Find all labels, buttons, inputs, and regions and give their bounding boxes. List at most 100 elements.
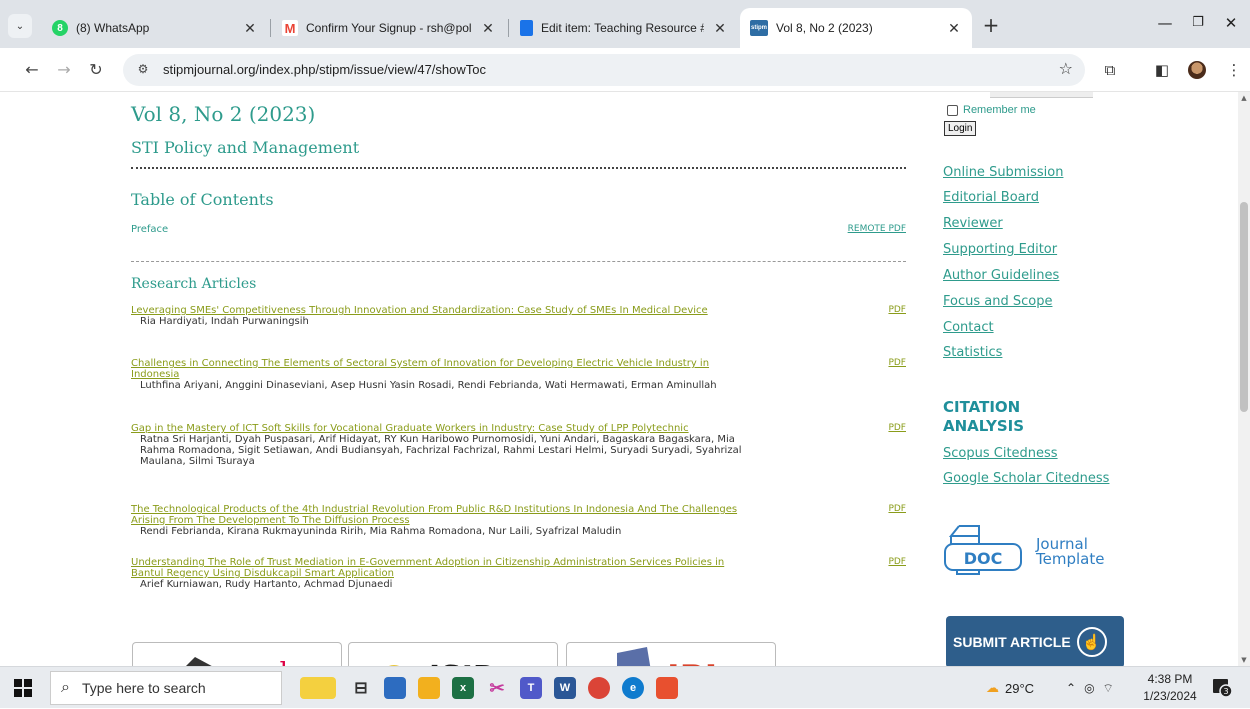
system-tray[interactable]: ⌃ ◎ ⌔: [1066, 667, 1114, 709]
extensions-icon[interactable]: ⧉: [1100, 60, 1120, 80]
scroll-up-icon[interactable]: ▲: [1240, 94, 1248, 102]
close-icon[interactable]: ✕: [242, 20, 258, 37]
scrollbar-thumb[interactable]: [1240, 202, 1248, 412]
tab-edit-item[interactable]: Edit item: Teaching Resource #6 ✕: [510, 8, 738, 48]
isjd-logo[interactable]: ISJD: [348, 642, 558, 666]
bookmark-star-icon[interactable]: ☆: [1059, 59, 1073, 78]
article-title-link[interactable]: Challenges in Connecting The Elements of…: [131, 358, 741, 380]
notification-icon[interactable]: 3: [1212, 677, 1233, 698]
remember-me-label: Remember me: [963, 104, 1036, 116]
sidebar-link-author-guidelines[interactable]: Author Guidelines: [943, 268, 1059, 283]
svg-text:IPI: IPI: [667, 658, 717, 666]
close-icon[interactable]: ✕: [480, 20, 496, 37]
article-authors: Arief Kurniawan, Rudy Hartanto, Achmad D…: [140, 579, 393, 590]
profile-avatar[interactable]: [1188, 61, 1206, 79]
article-pdf-link[interactable]: PDF: [888, 358, 906, 369]
network-icon[interactable]: ◎: [1084, 681, 1094, 695]
article-item: Gap in the Mastery of ICT Soft Skills fo…: [131, 423, 906, 467]
citation-analysis-heading: CITATION ANALYSIS: [943, 398, 1025, 435]
gmail-icon: M: [282, 20, 298, 36]
google-scholar-logo[interactable]: o gl: [132, 642, 342, 666]
tab-gmail[interactable]: M Confirm Your Signup - rsh@pol ✕: [272, 8, 506, 48]
side-panel-icon[interactable]: ◧: [1152, 60, 1172, 80]
article-pdf-link[interactable]: PDF: [888, 423, 906, 434]
page-scrollbar[interactable]: ▲ ▼: [1238, 92, 1250, 666]
sidebar-link-statistics[interactable]: Statistics: [943, 345, 1002, 360]
sidebar-link-reviewer[interactable]: Reviewer: [943, 216, 1003, 231]
article-pdf-link[interactable]: PDF: [888, 504, 906, 515]
word-icon[interactable]: W: [554, 677, 576, 699]
excel-icon[interactable]: x: [452, 677, 474, 699]
checkbox-icon[interactable]: [947, 104, 958, 116]
preface-remote-pdf-link[interactable]: REMOTE PDF: [848, 224, 906, 234]
close-icon[interactable]: ✕: [946, 20, 962, 37]
chrome-icon[interactable]: [588, 677, 610, 699]
tab-search-chevron-icon[interactable]: ⌄: [8, 14, 32, 38]
svg-text:o: o: [228, 658, 244, 666]
taskbar-search-placeholder: Type here to search: [81, 680, 206, 696]
doc-template-icon[interactable]: DOC: [943, 524, 1025, 580]
menu-dots-icon[interactable]: ⋮: [1224, 60, 1244, 80]
article-pdf-link[interactable]: PDF: [888, 557, 906, 568]
address-bar[interactable]: ⚙ stipmjournal.org/index.php/stipm/issue…: [123, 54, 1085, 86]
issue-title: Vol 8, No 2 (2023): [131, 102, 316, 126]
clock-time: 4:38 PM: [1147, 672, 1193, 686]
new-tab-button[interactable]: +: [979, 14, 1003, 38]
sidebar-link-contact[interactable]: Contact: [943, 320, 994, 335]
tab-whatsapp[interactable]: 8 (8) WhatsApp ✕: [42, 8, 268, 48]
close-icon[interactable]: ✕: [712, 20, 728, 37]
office-icon[interactable]: [656, 677, 678, 699]
article-pdf-link[interactable]: PDF: [888, 305, 906, 316]
section-heading: Research Articles: [131, 276, 257, 292]
stipm-icon: stipm: [750, 20, 768, 36]
toc-heading: Table of Contents: [131, 190, 274, 209]
article-title-link[interactable]: Understanding The Role of Trust Mediatio…: [131, 557, 741, 579]
submit-article-button[interactable]: SUBMIT ARTICLE ☝: [946, 616, 1124, 666]
google-scholar-citedness-link[interactable]: Google Scholar Citedness: [943, 471, 1109, 486]
forward-button[interactable]: →: [52, 58, 76, 82]
task-view-icon[interactable]: ⊟: [350, 677, 372, 699]
remember-me-checkbox[interactable]: Remember me: [947, 104, 1036, 116]
article-item: Challenges in Connecting The Elements of…: [131, 358, 906, 391]
edge-icon[interactable]: e: [622, 677, 644, 699]
sidebar-link-editorial-board[interactable]: Editorial Board: [943, 190, 1039, 205]
article-title-link[interactable]: Leveraging SMEs' Competitiveness Through…: [131, 305, 741, 316]
teams-icon[interactable]: T: [520, 677, 542, 699]
search-icon: ⌕: [61, 679, 70, 696]
page-content: Vol 8, No 2 (2023) STI Policy and Manage…: [0, 92, 1238, 666]
window-close-button[interactable]: ✕: [1216, 12, 1246, 36]
journal-template-link[interactable]: Journal Template: [1036, 537, 1126, 567]
wifi-icon[interactable]: ⌔: [1103, 681, 1114, 696]
scopus-citedness-link[interactable]: Scopus Citedness: [943, 446, 1058, 461]
scroll-down-icon[interactable]: ▼: [1240, 656, 1248, 664]
article-item: The Technological Products of the 4th In…: [131, 504, 906, 537]
sidebar-link-focus-scope[interactable]: Focus and Scope: [943, 294, 1052, 309]
restore-button[interactable]: ❐: [1183, 12, 1213, 36]
ipi-logo[interactable]: IPI: [566, 642, 776, 666]
article-title-link[interactable]: The Technological Products of the 4th In…: [131, 504, 741, 526]
password-field[interactable]: [990, 92, 1093, 98]
reload-button[interactable]: ↻: [84, 58, 108, 82]
windows-start-icon[interactable]: [14, 679, 32, 697]
file-explorer-icon[interactable]: [418, 677, 440, 699]
news-widget-icon[interactable]: [300, 677, 336, 699]
taskbar-search-box[interactable]: ⌕ Type here to search: [50, 671, 282, 705]
url-text[interactable]: stipmjournal.org/index.php/stipm/issue/v…: [163, 62, 486, 77]
tab-vol8[interactable]: stipm Vol 8, No 2 (2023) ✕: [740, 8, 972, 48]
minimize-button[interactable]: —: [1150, 12, 1180, 36]
weather-icon: ☁: [986, 680, 999, 695]
snipping-tool-icon[interactable]: ✂: [486, 677, 508, 699]
site-settings-icon[interactable]: ⚙: [135, 62, 151, 78]
article-authors: Luthfina Ariyani, Anggini Dinaseviani, A…: [140, 380, 717, 391]
chevron-up-icon[interactable]: ⌃: [1066, 681, 1076, 695]
sidebar-link-supporting-editor[interactable]: Supporting Editor: [943, 242, 1057, 257]
tab-title: Confirm Your Signup - rsh@pol: [306, 21, 472, 35]
article-title-link[interactable]: Gap in the Mastery of ICT Soft Skills fo…: [131, 423, 741, 434]
login-button[interactable]: Login: [944, 121, 977, 136]
app-icon[interactable]: [384, 677, 406, 699]
weather-widget[interactable]: ☁ 29°C: [986, 667, 1034, 709]
taskbar-clock[interactable]: 4:38 PM 1/23/2024: [1140, 671, 1200, 705]
back-button[interactable]: ←: [20, 58, 44, 82]
svg-text:gl: gl: [263, 658, 288, 666]
sidebar-link-online-submission[interactable]: Online Submission: [943, 165, 1063, 180]
